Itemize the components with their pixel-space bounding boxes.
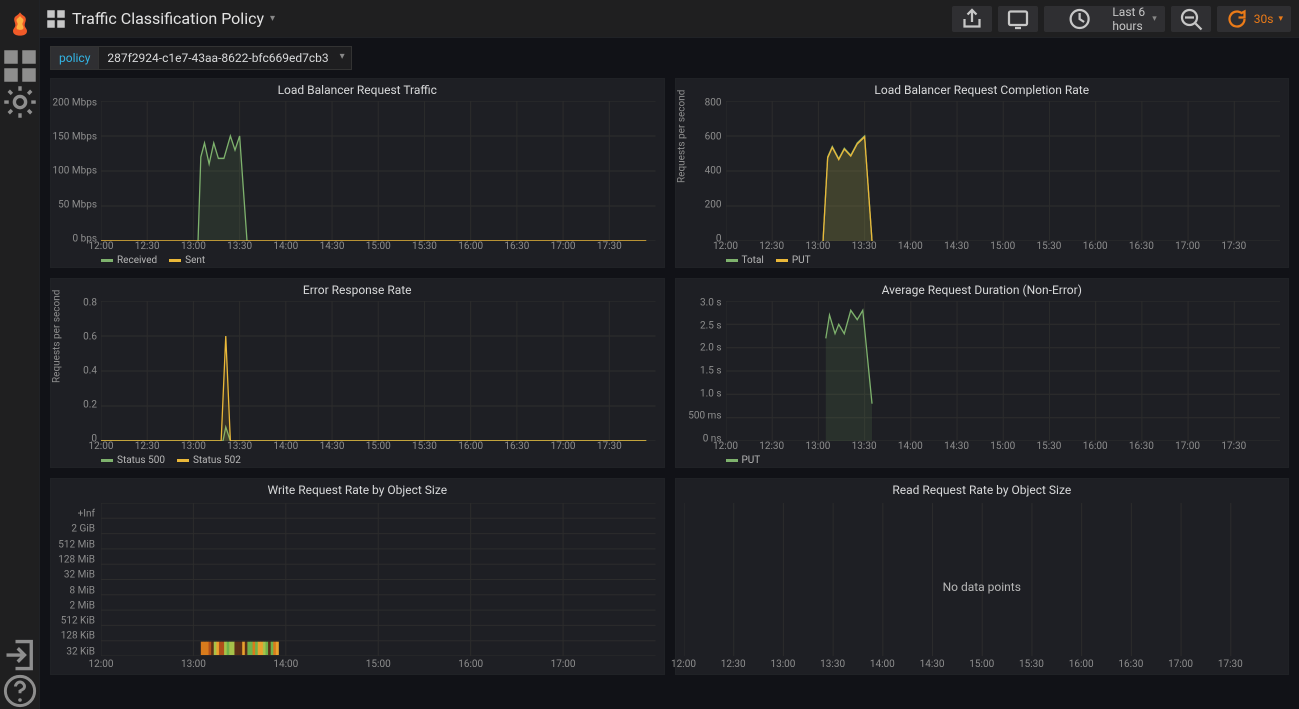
chevron-down-icon: ▾ [270, 13, 275, 24]
sidebar-settings-icon[interactable] [0, 84, 40, 120]
panel-body: Requests per second 00.20.40.60.8 12:001… [51, 299, 664, 467]
panels-grid: Load Balancer Request Traffic 0 bps50 Mb… [40, 78, 1299, 709]
panel-title: Write Request Rate by Object Size [51, 479, 664, 499]
panel-completion[interactable]: Load Balancer Request Completion Rate Re… [675, 78, 1290, 268]
yaxis: 0 ns500 ms1.0 s1.5 s2.0 s2.5 s3.0 s [682, 303, 724, 439]
time-range-label: Last 6 hours [1112, 5, 1147, 33]
legend: Status 500Status 502 [101, 455, 241, 466]
panel-title: Error Response Rate [51, 279, 664, 299]
navbar: Traffic Classification Policy ▾ Last 6 h… [40, 0, 1299, 38]
main: Traffic Classification Policy ▾ Last 6 h… [40, 0, 1299, 709]
panel-traffic[interactable]: Load Balancer Request Traffic 0 bps50 Mb… [50, 78, 665, 268]
panel-duration[interactable]: Average Request Duration (Non-Error) 0 n… [675, 278, 1290, 468]
dashboard-grid-icon[interactable] [46, 9, 66, 29]
zoom-out-button[interactable] [1171, 6, 1211, 32]
yaxis: +Inf2 GiB512 MiB128 MiB32 MiB8 MiB2 MiB5… [53, 503, 97, 656]
panel-title: Read Request Rate by Object Size [676, 479, 1289, 499]
dashboard-title-selector[interactable]: Traffic Classification Policy ▾ [72, 9, 275, 28]
panel-body: +Inf2 GiB512 MiB128 MiB32 MiB8 MiB2 MiB5… [51, 499, 664, 674]
panel-title: Load Balancer Request Traffic [51, 79, 664, 99]
legend: TotalPUT [726, 255, 811, 266]
panel-read-heatmap[interactable]: Read Request Rate by Object Size No data… [675, 478, 1290, 675]
grafana-logo-icon[interactable] [6, 10, 34, 38]
refresh-button[interactable]: 30s ▾ [1217, 6, 1291, 32]
panel-errors[interactable]: Error Response Rate Requests per second … [50, 278, 665, 468]
panel-body: 0 ns500 ms1.0 s1.5 s2.0 s2.5 s3.0 s 12:0… [676, 299, 1289, 467]
xaxis: 12:0012:3013:0013:3014:0014:3015:0015:30… [726, 441, 1281, 453]
yaxis: 00.20.40.60.8 [57, 303, 99, 439]
sidemenu [0, 0, 40, 709]
refresh-interval: 30s [1254, 12, 1274, 26]
dashboard-title: Traffic Classification Policy [72, 9, 264, 28]
var-policy-selector[interactable]: 287f2924-c1e7-43aa-8622-bfc669ed7cb3 [99, 46, 351, 70]
sidebar-help-icon[interactable] [0, 673, 40, 709]
chevron-down-icon: ▾ [1152, 14, 1157, 24]
sidebar-signin-icon[interactable] [0, 637, 40, 673]
xaxis: 12:0013:0014:0015:0016:0017:00 [101, 659, 656, 671]
nodata-message: No data points [676, 499, 1289, 674]
panel-write-heatmap[interactable]: Write Request Rate by Object Size +Inf2 … [50, 478, 665, 675]
chevron-down-icon: ▾ [1278, 14, 1283, 24]
yaxis: 0 bps50 Mbps100 Mbps150 Mbps200 Mbps [57, 103, 99, 239]
var-policy-label: policy [50, 46, 99, 70]
panel-title: Load Balancer Request Completion Rate [676, 79, 1289, 99]
legend: ReceivedSent [101, 255, 205, 266]
share-button[interactable] [952, 6, 992, 32]
panel-title: Average Request Duration (Non-Error) [676, 279, 1289, 299]
yaxis: 0200400600800 [682, 103, 724, 239]
panel-body: No data points 12:0012:3013:0013:3014:00… [676, 499, 1289, 674]
xaxis: 12:0012:3013:0013:3014:0014:3015:0015:30… [726, 241, 1281, 253]
panel-body: Requests per second 0200400600800 12:001… [676, 99, 1289, 267]
xaxis: 12:0012:3013:0013:3014:0014:3015:0015:30… [684, 659, 1281, 671]
xaxis: 12:0012:3013:0013:3014:0014:3015:0015:30… [101, 241, 656, 253]
var-policy-value: 287f2924-c1e7-43aa-8622-bfc669ed7cb3 [107, 51, 328, 65]
sidebar-dashboards-icon[interactable] [0, 48, 40, 84]
xaxis: 12:0012:3013:0013:3014:0014:3015:0015:30… [101, 441, 656, 453]
legend: PUT [726, 455, 761, 466]
time-range-button[interactable]: Last 6 hours ▾ [1044, 6, 1165, 32]
panel-body: 0 bps50 Mbps100 Mbps150 Mbps200 Mbps 12:… [51, 99, 664, 267]
template-variables: policy 287f2924-c1e7-43aa-8622-bfc669ed7… [40, 38, 1299, 78]
cycle-view-button[interactable] [998, 6, 1038, 32]
